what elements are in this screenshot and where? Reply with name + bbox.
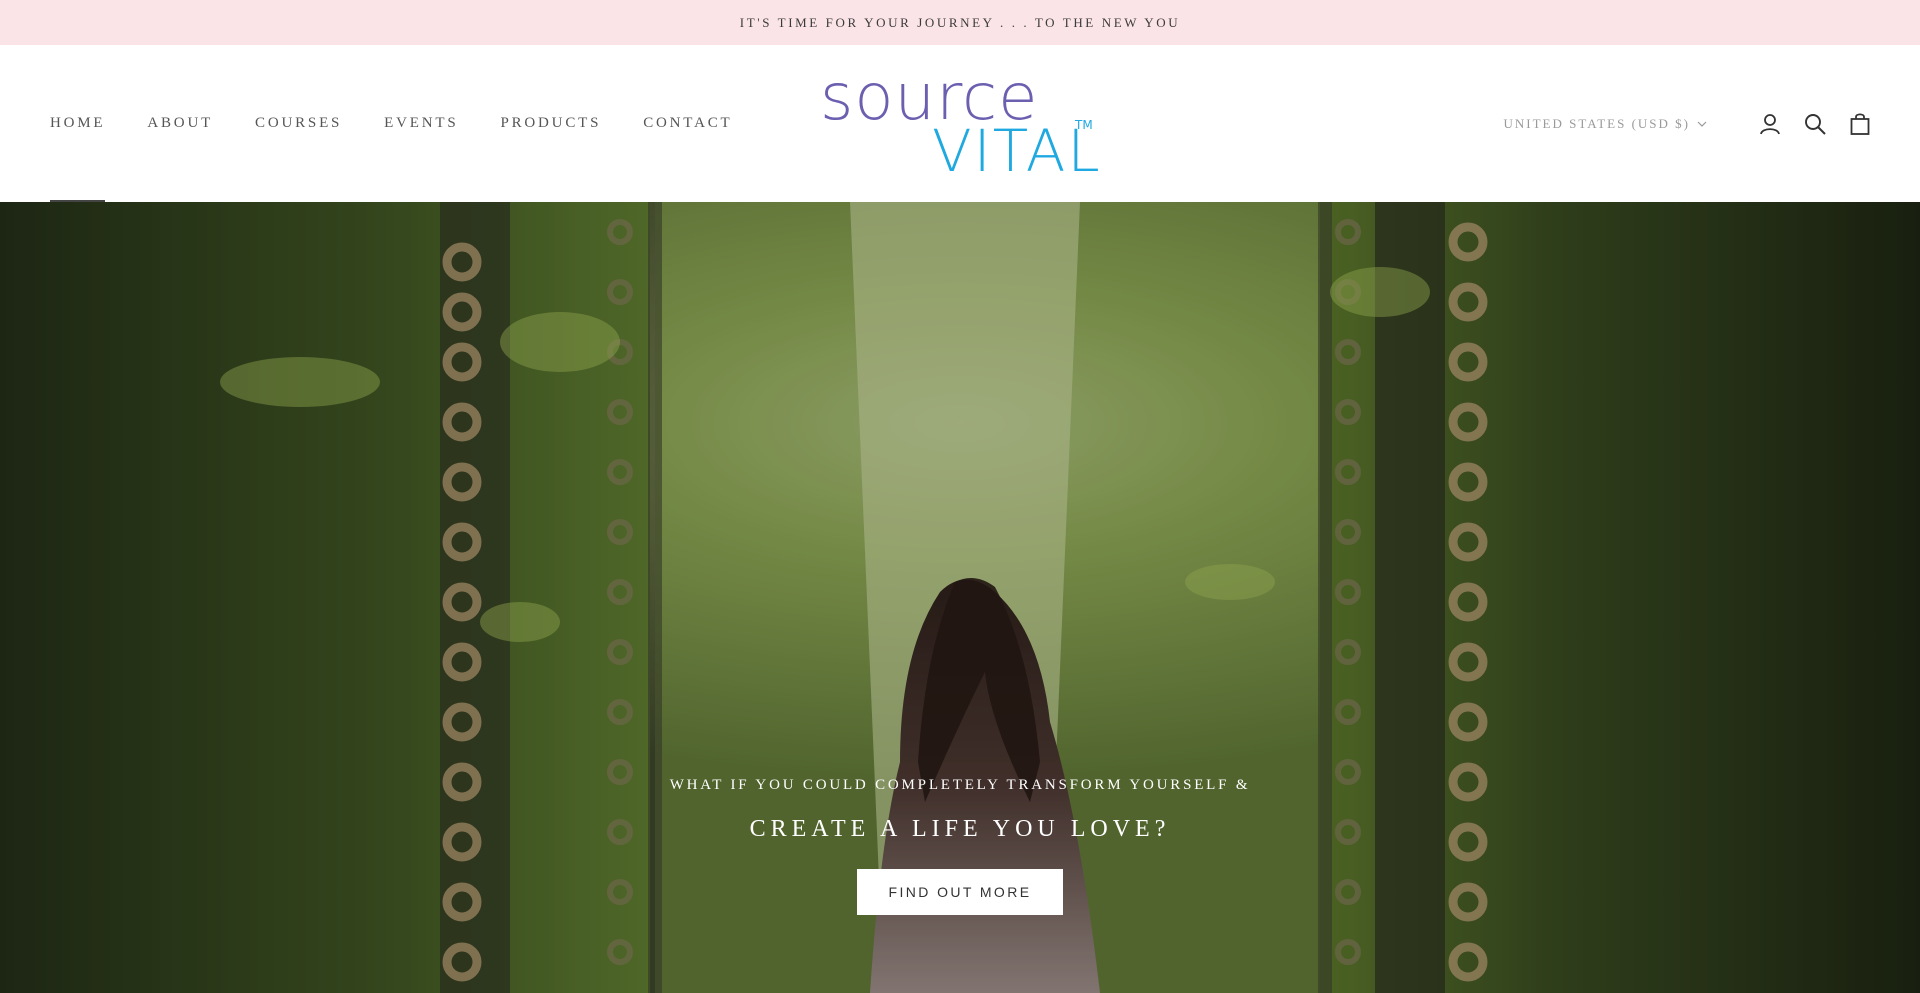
nav-item-contact[interactable]: CONTACT <box>643 45 732 202</box>
hero-title: CREATE A LIFE YOU LOVE? <box>749 816 1171 842</box>
account-icon[interactable] <box>1758 112 1782 136</box>
announcement-text: IT'S TIME FOR YOUR JOURNEY . . . TO THE … <box>739 14 1181 30</box>
nav-item-courses[interactable]: COURSES <box>255 45 342 202</box>
nav-item-about[interactable]: ABOUT <box>147 45 213 202</box>
nav-item-products[interactable]: PRODUCTS <box>500 45 601 202</box>
search-icon[interactable] <box>1803 112 1827 136</box>
currency-selector[interactable]: UNITED STATES (USD $) <box>1504 116 1707 132</box>
source-vital-logo: source VITAL TM <box>820 61 1100 185</box>
hero-banner: WHAT IF YOU COULD COMPLETELY TRANSFORM Y… <box>0 202 1920 993</box>
logo-trademark: TM <box>1074 118 1093 132</box>
announcement-bar: IT'S TIME FOR YOUR JOURNEY . . . TO THE … <box>0 0 1920 45</box>
main-nav: HOME ABOUT COURSES EVENTS PRODUCTS CONTA… <box>50 45 774 202</box>
nav-item-events[interactable]: EVENTS <box>384 45 458 202</box>
hero-content: WHAT IF YOU COULD COMPLETELY TRANSFORM Y… <box>0 777 1920 915</box>
find-out-more-button[interactable]: FIND OUT MORE <box>857 869 1063 915</box>
site-logo[interactable]: source VITAL TM <box>820 61 1100 185</box>
nav-item-home[interactable]: HOME <box>50 45 106 202</box>
site-header: HOME ABOUT COURSES EVENTS PRODUCTS CONTA… <box>0 45 1920 202</box>
header-tools: UNITED STATES (USD $) <box>1504 45 1872 202</box>
cart-icon[interactable] <box>1848 112 1872 136</box>
hero-kicker: WHAT IF YOU COULD COMPLETELY TRANSFORM Y… <box>669 777 1251 793</box>
chevron-down-icon <box>1697 121 1707 127</box>
currency-label: UNITED STATES (USD $) <box>1503 115 1690 131</box>
